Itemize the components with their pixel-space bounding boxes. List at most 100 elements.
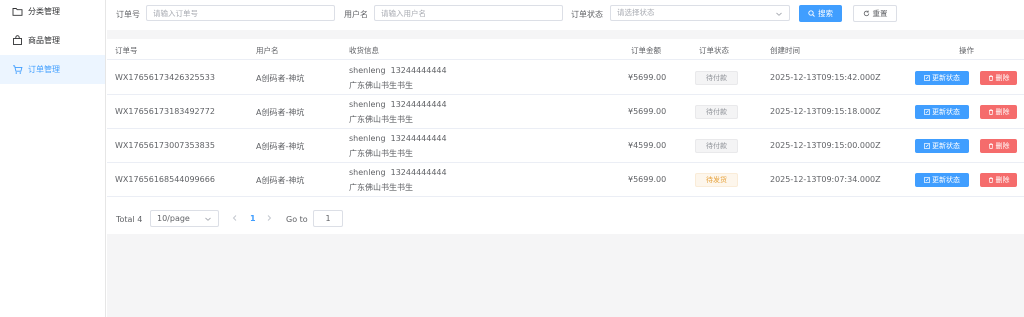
header-order-no: 订单号 (115, 46, 138, 55)
update-status-label: 更新状态 (932, 142, 960, 150)
update-status-button[interactable]: 更新状态 (915, 173, 969, 187)
main-content: 订单号 用户名 订单状态 请选择状态 搜索 重置 订单号 用户名 (107, 0, 1024, 317)
receiver-address: 广东佛山书生书生 (349, 81, 413, 90)
receiver-name-text: shenleng (349, 66, 386, 75)
delete-button[interactable]: 删除 (980, 173, 1017, 187)
sidebar-item-label: 分类管理 (28, 7, 60, 16)
username-cell: A创码者-神坑 (256, 108, 305, 117)
reset-button-label: 重置 (872, 9, 888, 18)
header-shipping: 收货信息 (349, 46, 379, 55)
created-cell: 2025-12-13T09:07:34.000Z (770, 175, 881, 184)
chevron-right-icon (267, 215, 272, 221)
update-status-button[interactable]: 更新状态 (915, 139, 969, 153)
status-select-placeholder: 请选择状态 (617, 8, 655, 17)
page-number-current[interactable]: 1 (250, 214, 256, 223)
pagination-total: Total 4 (116, 215, 143, 224)
sidebar-item-order[interactable]: 订单管理 (0, 55, 105, 84)
edit-icon (924, 75, 930, 81)
update-status-label: 更新状态 (932, 74, 960, 82)
receiver-name-text: shenleng (349, 168, 386, 177)
table-header: 订单号 用户名 收货信息 订单金额 订单状态 创建时间 操作 (107, 39, 1024, 60)
update-status-button[interactable]: 更新状态 (915, 105, 969, 119)
created-cell: 2025-12-13T09:15:00.000Z (770, 141, 881, 150)
status-label: 订单状态 (571, 10, 603, 19)
trash-icon (988, 177, 994, 183)
delete-button[interactable]: 删除 (980, 71, 1017, 85)
goto-label: Go to (286, 215, 308, 224)
status-badge: 待付款 (695, 105, 738, 119)
created-cell: 2025-12-13T09:15:42.000Z (770, 73, 881, 82)
edit-icon (924, 177, 930, 183)
page-size-value: 10/page (157, 214, 190, 223)
order-no-input[interactable] (146, 5, 335, 21)
goto-page-input[interactable]: 1 (313, 210, 343, 227)
search-icon (808, 10, 815, 17)
delete-label: 删除 (995, 176, 1010, 184)
receiver-name: shenleng 13244444444 (349, 168, 447, 177)
username-label: 用户名 (344, 10, 368, 19)
sidebar-item-product[interactable]: 商品管理 (0, 26, 105, 55)
delete-button[interactable]: 删除 (980, 139, 1017, 153)
sidebar-item-label: 商品管理 (28, 36, 60, 45)
order-no-cell: WX17656173183492772 (115, 107, 215, 116)
search-button[interactable]: 搜索 (799, 5, 842, 22)
trash-icon (988, 143, 994, 149)
status-badge: 待付款 (695, 71, 738, 85)
receiver-address: 广东佛山书生书生 (349, 115, 413, 124)
header-amount: 订单金额 (631, 46, 661, 55)
receiver-name: shenleng 13244444444 (349, 134, 447, 143)
table-row: WX17656168544099666 A创码者-神坑 shenleng 132… (107, 163, 1024, 197)
filter-bar: 订单号 用户名 订单状态 请选择状态 搜索 重置 (107, 0, 1024, 30)
search-button-label: 搜索 (818, 9, 833, 18)
receiver-phone: 13244444444 (390, 100, 447, 109)
trash-icon (988, 109, 994, 115)
amount-cell: ¥5699.00 (628, 107, 667, 116)
header-actions: 操作 (959, 46, 974, 55)
header-created: 创建时间 (770, 46, 800, 55)
order-no-cell: WX17656168544099666 (115, 175, 215, 184)
order-no-label: 订单号 (116, 10, 140, 19)
status-badge: 待发货 (695, 173, 738, 187)
next-page-button[interactable] (265, 214, 273, 222)
delete-label: 删除 (995, 108, 1010, 116)
username-cell: A创码者-神坑 (256, 74, 305, 83)
receiver-address: 广东佛山书生书生 (349, 183, 413, 192)
receiver-phone: 13244444444 (390, 134, 447, 143)
amount-cell: ¥4599.00 (628, 141, 667, 150)
receiver-phone: 13244444444 (390, 66, 447, 75)
sidebar: 分类管理 商品管理 订单管理 (0, 0, 106, 317)
status-select[interactable]: 请选择状态 (610, 5, 790, 21)
table-row: WX17656173426325533 A创码者-神坑 shenleng 132… (107, 61, 1024, 95)
edit-icon (924, 143, 930, 149)
order-no-cell: WX17656173007353835 (115, 141, 215, 150)
delete-button[interactable]: 删除 (980, 105, 1017, 119)
update-status-label: 更新状态 (932, 176, 960, 184)
trash-icon (988, 75, 994, 81)
receiver-address: 广东佛山书生书生 (349, 149, 413, 158)
delete-label: 删除 (995, 142, 1010, 150)
refresh-icon (863, 10, 870, 17)
header-username: 用户名 (256, 46, 279, 55)
username-input[interactable] (374, 5, 563, 21)
page-size-select[interactable]: 10/page (150, 210, 219, 227)
cart-icon (12, 64, 23, 75)
username-cell: A创码者-神坑 (256, 176, 305, 185)
table-row: WX17656173183492772 A创码者-神坑 shenleng 132… (107, 95, 1024, 129)
receiver-phone: 13244444444 (390, 168, 447, 177)
chevron-left-icon (232, 215, 237, 221)
pagination: Total 4 10/page 1 Go to 1 (107, 204, 1024, 234)
edit-icon (924, 109, 930, 115)
update-status-button[interactable]: 更新状态 (915, 71, 969, 85)
receiver-name: shenleng 13244444444 (349, 66, 447, 75)
created-cell: 2025-12-13T09:15:18.000Z (770, 107, 881, 116)
folder-icon (12, 6, 23, 17)
prev-page-button[interactable] (231, 214, 239, 222)
header-status: 订单状态 (699, 46, 729, 55)
sidebar-item-category[interactable]: 分类管理 (0, 0, 105, 26)
table-row: WX17656173007353835 A创码者-神坑 shenleng 132… (107, 129, 1024, 163)
chevron-down-icon (775, 9, 783, 17)
reset-button[interactable]: 重置 (853, 5, 897, 22)
status-badge: 待付款 (695, 139, 738, 153)
chevron-down-icon (204, 215, 212, 223)
amount-cell: ¥5699.00 (628, 175, 667, 184)
